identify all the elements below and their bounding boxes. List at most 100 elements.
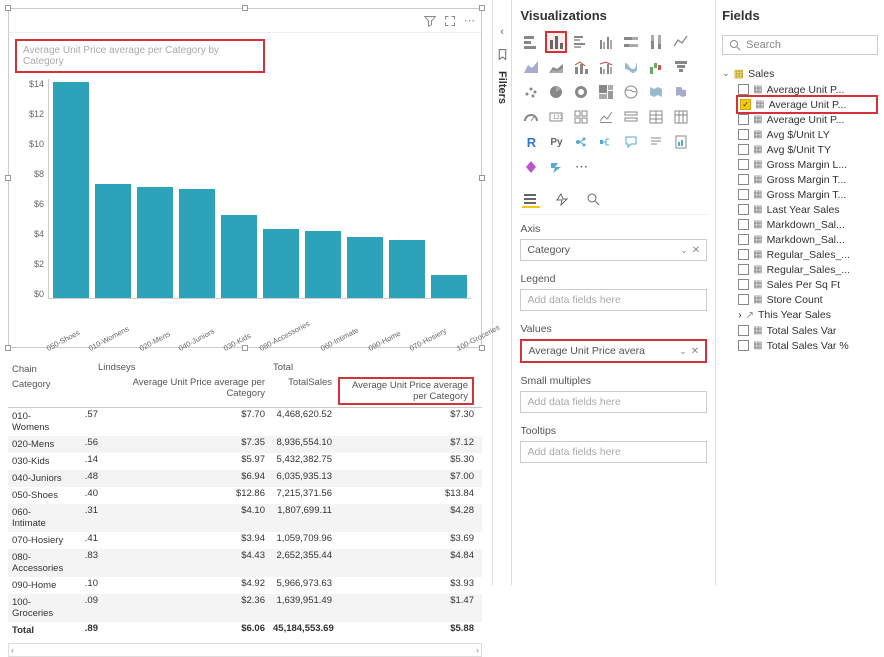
field-item[interactable]: ▦Gross Margin L... [722, 157, 878, 172]
field-item[interactable]: ▦Markdown_Sal... [722, 217, 878, 232]
checkbox[interactable] [738, 340, 749, 351]
funnel-icon[interactable] [670, 56, 692, 78]
collapse-icon[interactable]: ‹ [500, 26, 504, 38]
field-item[interactable]: ▦Total Sales Var % [722, 338, 878, 353]
map-icon[interactable] [620, 81, 642, 103]
values-well-highlighted[interactable]: Average Unit Price avera⌄✕ [520, 339, 707, 363]
key-influencers-icon[interactable] [570, 131, 592, 153]
fields-search[interactable]: Search [722, 35, 878, 55]
r-visual-icon[interactable]: R [520, 131, 542, 153]
resize-handle[interactable] [5, 175, 11, 181]
filled-map-icon[interactable] [645, 81, 667, 103]
remove-field-icon[interactable]: ✕ [692, 245, 700, 256]
bar[interactable] [431, 275, 467, 298]
table-row[interactable]: 030-Kids.14$5.975,432,382.75$5.30 [8, 453, 482, 470]
filter-icon[interactable] [424, 15, 436, 27]
line-clustered-column-icon[interactable] [595, 56, 617, 78]
field-item[interactable]: ▦Gross Margin T... [722, 172, 878, 187]
checkbox[interactable]: ✓ [740, 99, 751, 110]
chevron-down-icon[interactable]: ⌄ [680, 245, 688, 255]
table-row[interactable]: 080-Accessories.83$4.432,652,355.44$4.84 [8, 549, 482, 577]
checkbox[interactable] [738, 294, 749, 305]
field-item[interactable]: ▦Markdown_Sal... [722, 232, 878, 247]
python-visual-icon[interactable]: Py [545, 131, 567, 153]
table-row[interactable]: 020-Mens.56$7.358,936,554.10$7.12 [8, 436, 482, 453]
clustered-bar-icon[interactable] [570, 31, 592, 53]
table-row[interactable]: 050-Shoes.40$12.867,215,371.56$13.84 [8, 487, 482, 504]
checkbox[interactable] [738, 264, 749, 275]
multi-card-icon[interactable] [570, 106, 592, 128]
filters-label[interactable]: Filters [496, 71, 508, 104]
bar[interactable] [137, 187, 173, 298]
resize-handle[interactable] [242, 5, 248, 11]
bar[interactable] [179, 189, 215, 299]
table-node-sales[interactable]: ⌄ ▦ Sales [722, 65, 878, 82]
field-item[interactable]: ▦Regular_Sales_... [722, 247, 878, 262]
powerapps-icon[interactable] [520, 156, 542, 178]
donut-icon[interactable] [570, 81, 592, 103]
bookmark-icon[interactable] [496, 48, 509, 61]
stacked-column-icon[interactable] [545, 31, 567, 53]
stacked-bar-100-icon[interactable] [620, 31, 642, 53]
bar[interactable] [389, 240, 425, 298]
decomposition-icon[interactable] [595, 131, 617, 153]
focus-mode-icon[interactable] [444, 15, 456, 27]
line-chart-icon[interactable] [670, 31, 692, 53]
ribbon-chart-icon[interactable] [620, 56, 642, 78]
horizontal-scrollbar[interactable]: ‹ › [8, 643, 482, 657]
scroll-right-icon[interactable]: › [476, 645, 479, 655]
kpi-icon[interactable] [595, 106, 617, 128]
stacked-column-100-icon[interactable] [645, 31, 667, 53]
expand-icon[interactable]: ⌄ [722, 68, 730, 79]
bar[interactable] [263, 229, 299, 298]
format-tab-icon[interactable] [554, 192, 572, 208]
field-item[interactable]: ▦Avg $/Unit TY [722, 142, 878, 157]
col-avg2-highlighted[interactable]: Average Unit Price average per Category [338, 377, 474, 405]
bar[interactable] [305, 231, 341, 298]
col-category[interactable]: Category [8, 377, 68, 405]
table-row[interactable]: 040-Juniors.48$6.946,035,935.13$7.00 [8, 470, 482, 487]
table-row[interactable]: 010-Womens.57$7.704,468,620.52$7.30 [8, 408, 482, 436]
checkbox[interactable] [738, 249, 749, 260]
line-column-icon[interactable] [570, 56, 592, 78]
pie-icon[interactable] [545, 81, 567, 103]
tooltips-well[interactable]: Add data fields here [520, 441, 707, 463]
waterfall-icon[interactable] [645, 56, 667, 78]
checkbox[interactable] [738, 174, 749, 185]
resize-handle[interactable] [242, 345, 248, 351]
legend-well[interactable]: Add data fields here [520, 289, 707, 311]
gauge-icon[interactable] [520, 106, 542, 128]
bar[interactable] [347, 237, 383, 298]
checkbox[interactable] [738, 129, 749, 140]
matrix-icon[interactable] [670, 106, 692, 128]
table-row[interactable]: 100-Groceries.09$2.361,639,951.49$1.47 [8, 594, 482, 622]
table-row[interactable]: 070-Hosiery.41$3.941,059,709.96$3.69 [8, 532, 482, 549]
bar[interactable] [221, 215, 257, 298]
checkbox[interactable] [738, 84, 749, 95]
checkbox[interactable] [738, 219, 749, 230]
stacked-area-icon[interactable] [545, 56, 567, 78]
checkbox[interactable] [738, 189, 749, 200]
scroll-left-icon[interactable]: ‹ [11, 645, 14, 655]
more-visuals-icon[interactable]: ⋯ [570, 156, 592, 178]
table-row[interactable]: 090-Home.10$4.925,966,973.63$3.93 [8, 577, 482, 594]
paginated-icon[interactable] [670, 131, 692, 153]
fields-tab-icon[interactable] [522, 192, 540, 208]
field-item[interactable]: ▦Last Year Sales [722, 202, 878, 217]
remove-field-icon[interactable]: ✕ [691, 346, 699, 357]
area-chart-icon[interactable] [520, 56, 542, 78]
checkbox[interactable] [738, 325, 749, 336]
col-totalsales[interactable]: TotalSales [273, 377, 338, 405]
analytics-tab-icon[interactable] [586, 192, 604, 208]
qa-visual-icon[interactable] [620, 131, 642, 153]
more-options-icon[interactable]: ⋯ [464, 14, 475, 27]
checkbox[interactable] [738, 144, 749, 155]
checkbox[interactable] [738, 159, 749, 170]
field-item[interactable]: ▦Gross Margin T... [722, 187, 878, 202]
field-item[interactable]: ▦Store Count [722, 292, 878, 307]
field-item[interactable]: ▦Regular_Sales_... [722, 262, 878, 277]
field-item[interactable]: ▦Sales Per Sq Ft [722, 277, 878, 292]
resize-handle[interactable] [479, 5, 485, 11]
narrative-icon[interactable] [645, 131, 667, 153]
scatter-icon[interactable] [520, 81, 542, 103]
